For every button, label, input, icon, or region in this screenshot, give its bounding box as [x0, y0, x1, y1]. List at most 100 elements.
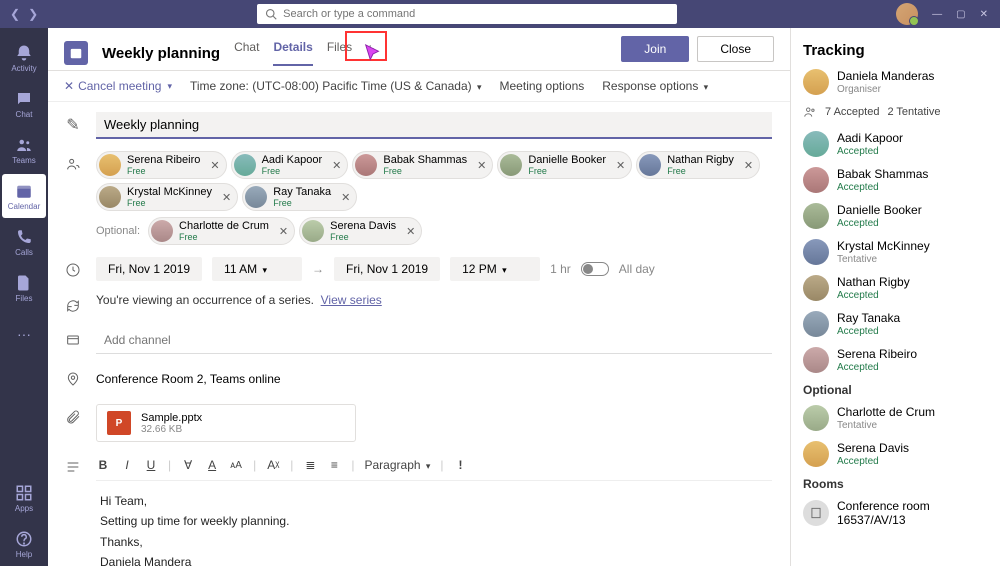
attendee-chip[interactable]: Danielle BookerFree✕: [497, 151, 632, 179]
rail-files[interactable]: Files: [0, 266, 48, 310]
tab-chat[interactable]: Chat: [234, 40, 259, 66]
remove-icon[interactable]: ✕: [744, 159, 753, 172]
meeting-options-link[interactable]: Meeting options: [500, 79, 585, 93]
tracking-row: Serena RibeiroAccepted: [803, 347, 988, 373]
person-name: Serena Ribeiro: [837, 347, 917, 361]
self-avatar[interactable]: [896, 3, 918, 25]
start-time-field[interactable]: 11 AM ▾: [212, 257, 302, 281]
search-input[interactable]: [283, 8, 669, 20]
rail-calendar[interactable]: Calendar: [2, 174, 46, 218]
optional-attendees[interactable]: Optional: Charlotte de CrumFree✕Serena D…: [96, 217, 772, 245]
tab-files[interactable]: Files: [327, 40, 352, 66]
tracking-row: Charlotte de CrumTentative: [803, 405, 988, 431]
description-body[interactable]: Hi Team,Setting up time for weekly plann…: [96, 481, 772, 566]
end-time-field[interactable]: 12 PM ▾: [450, 257, 540, 281]
close-button[interactable]: Close: [697, 36, 774, 62]
options-bar: ✕ Cancel meeting ▾ Time zone: (UTC-08:00…: [48, 71, 790, 102]
maximize-icon[interactable]: ▢: [956, 9, 965, 20]
remove-icon[interactable]: ✕: [477, 159, 486, 172]
end-date-field[interactable]: Fri, Nov 1 2019: [334, 257, 440, 281]
search-icon: [265, 8, 277, 20]
timezone-selector[interactable]: Time zone: (UTC-08:00) Pacific Time (US …: [190, 79, 482, 93]
join-button[interactable]: Join: [621, 36, 689, 62]
minimize-icon[interactable]: —: [932, 9, 942, 20]
avatar: [99, 154, 121, 176]
nav-forward-icon[interactable]: ❯: [28, 7, 38, 21]
rail-more[interactable]: ···: [0, 312, 48, 356]
rail-help[interactable]: Help: [0, 522, 48, 566]
series-message: You're viewing an occurrence of a series…: [96, 293, 314, 307]
organiser-name: Daniela Manderas: [837, 69, 934, 83]
avatar: [803, 131, 829, 157]
important-button[interactable]: !: [454, 458, 468, 472]
attendee-name: Danielle Booker: [528, 154, 606, 166]
remove-icon[interactable]: ✕: [406, 225, 415, 238]
remove-icon[interactable]: ✕: [210, 159, 219, 172]
organiser-status: Organiser: [837, 84, 934, 95]
attachment-icon: [64, 408, 82, 426]
allday-toggle[interactable]: [581, 262, 609, 276]
remove-icon[interactable]: ✕: [222, 191, 231, 204]
rail-activity[interactable]: Activity: [0, 36, 48, 80]
avatar: [803, 203, 829, 229]
attendee-status: Free: [273, 198, 331, 208]
rail-teams[interactable]: Teams: [0, 128, 48, 172]
rail-apps[interactable]: Apps: [0, 476, 48, 520]
attendee-chip[interactable]: Serena RibeiroFree✕: [96, 151, 227, 179]
page-title: Weekly planning: [102, 45, 220, 62]
person-status: Accepted: [837, 146, 903, 157]
bold-button[interactable]: B: [96, 458, 110, 472]
remove-icon[interactable]: ✕: [341, 191, 350, 204]
paragraph-selector[interactable]: Paragraph ▾: [365, 458, 431, 472]
meeting-header: Weekly planning Chat Details Files + Joi…: [48, 28, 790, 71]
remove-icon[interactable]: ✕: [279, 225, 288, 238]
rail-chat[interactable]: Chat: [0, 82, 48, 126]
attachment-item[interactable]: P Sample.pptx 32.66 KB: [96, 404, 356, 442]
tracking-row: Ray TanakaAccepted: [803, 311, 988, 337]
italic-button[interactable]: I: [120, 458, 134, 472]
strike-button[interactable]: ∀: [181, 458, 195, 472]
required-attendees[interactable]: Serena RibeiroFree✕Aadi KapoorFree✕Babak…: [96, 151, 772, 211]
person-name: Aadi Kapoor: [837, 131, 903, 145]
font-size-button[interactable]: ᴀA: [229, 460, 243, 471]
number-list-button[interactable]: ≡: [327, 458, 341, 472]
title-input[interactable]: [96, 112, 772, 139]
avatar: [302, 220, 324, 242]
person-status: Accepted: [837, 326, 900, 337]
view-series-link[interactable]: View series: [321, 293, 382, 307]
attendee-status: Free: [127, 166, 200, 176]
underline-button[interactable]: U: [144, 458, 158, 472]
cancel-meeting-button[interactable]: ✕ Cancel meeting ▾: [64, 79, 172, 93]
attendee-chip[interactable]: Krystal McKinneyFree✕: [96, 183, 238, 211]
add-tab-button[interactable]: +: [366, 40, 374, 66]
avatar: [803, 347, 829, 373]
channel-input[interactable]: [96, 327, 772, 354]
search-box[interactable]: [257, 4, 677, 24]
location-field[interactable]: Conference Room 2, Teams online: [96, 366, 772, 392]
remove-icon[interactable]: ✕: [332, 159, 341, 172]
start-date-field[interactable]: Fri, Nov 1 2019: [96, 257, 202, 281]
rail-calls[interactable]: Calls: [0, 220, 48, 264]
bullet-list-button[interactable]: ≣: [303, 458, 317, 472]
attachment-size: 32.66 KB: [141, 424, 202, 435]
avatar: [151, 220, 173, 242]
attendee-chip[interactable]: Aadi KapoorFree✕: [231, 151, 349, 179]
people-icon: [64, 155, 82, 173]
nav-back-icon[interactable]: ❮: [10, 7, 20, 21]
tab-details[interactable]: Details: [273, 40, 312, 66]
person-name: Babak Shammas: [837, 167, 928, 181]
attendee-chip[interactable]: Serena DavisFree✕: [299, 217, 422, 245]
text-color-button[interactable]: A: [205, 458, 219, 472]
rail-label: Apps: [15, 504, 33, 513]
tracking-summary: 7 Accepted 2 Tentative: [803, 105, 988, 119]
attendee-chip[interactable]: Ray TanakaFree✕: [242, 183, 357, 211]
clear-format-button[interactable]: Aᵡ: [266, 458, 280, 472]
remove-icon[interactable]: ✕: [616, 159, 625, 172]
attendee-chip[interactable]: Charlotte de CrumFree✕: [148, 217, 295, 245]
attendee-chip[interactable]: Babak ShammasFree✕: [352, 151, 493, 179]
close-window-icon[interactable]: ✕: [980, 9, 988, 20]
avatar: [639, 154, 661, 176]
attendee-chip[interactable]: Nathan RigbyFree✕: [636, 151, 760, 179]
response-options-selector[interactable]: Response options ▾: [602, 79, 708, 93]
tracking-row: Serena DavisAccepted: [803, 441, 988, 467]
